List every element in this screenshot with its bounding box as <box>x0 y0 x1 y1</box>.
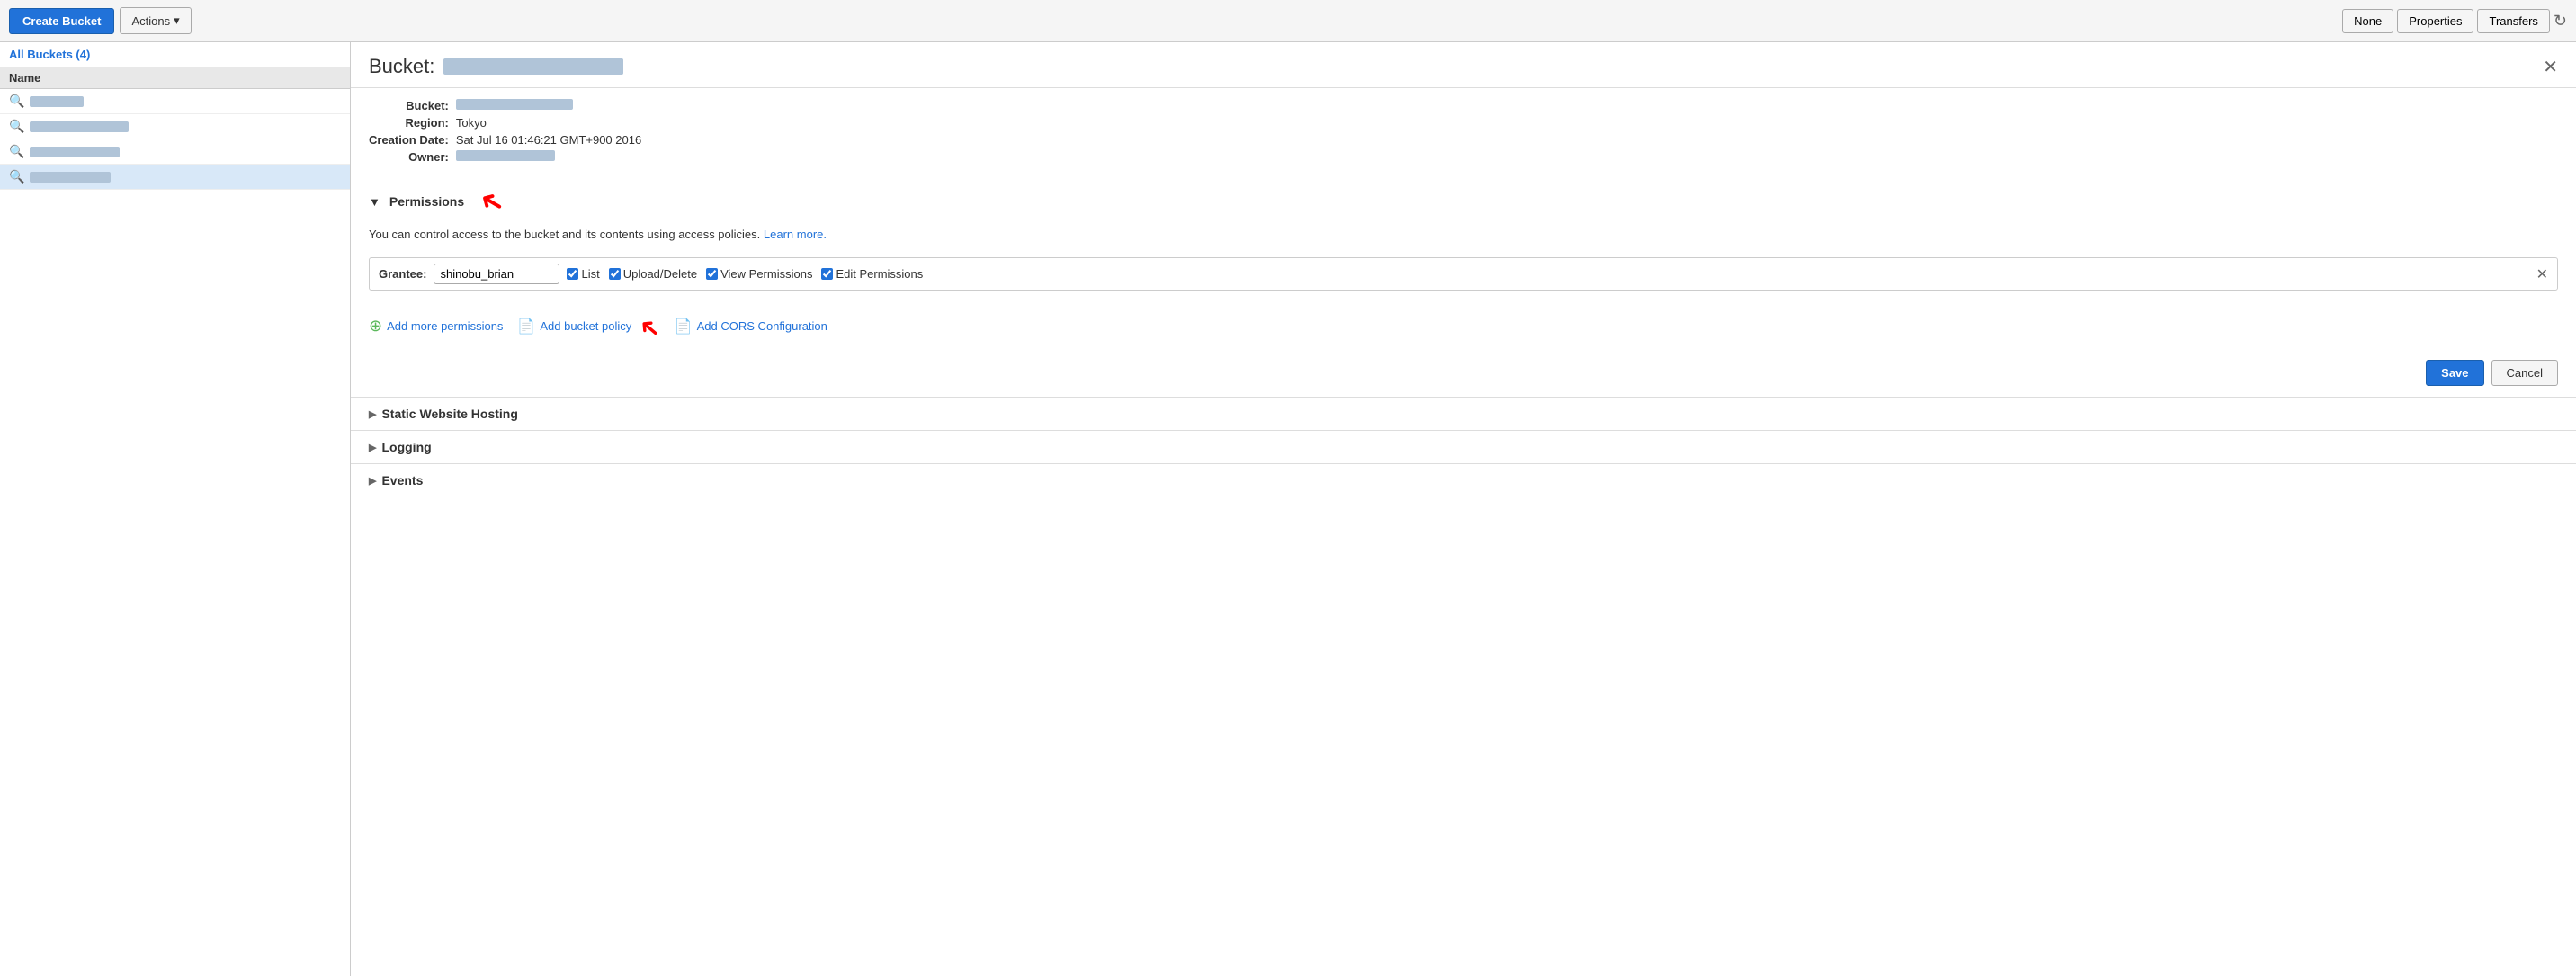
region-field-label: Region: <box>369 116 449 130</box>
owner-value-blurred <box>456 150 555 161</box>
upload-delete-checkbox[interactable] <box>609 268 621 280</box>
upload-delete-checkbox-item[interactable]: Upload/Delete <box>609 267 697 281</box>
list-item[interactable]: 🔍 <box>0 114 350 139</box>
creation-date-value: Sat Jul 16 01:46:21 GMT+900 2016 <box>456 133 2558 147</box>
save-button[interactable]: Save <box>2426 360 2483 386</box>
add-bucket-policy-label: Add bucket policy <box>540 319 631 333</box>
static-website-arrow-icon: ▶ <box>369 408 376 420</box>
permissions-arrow-icon: ▼ <box>369 195 380 209</box>
main-layout: All Buckets (4) Name 🔍 🔍 🔍 🔍 <box>0 42 2576 976</box>
add-more-permissions-label: Add more permissions <box>387 319 503 333</box>
save-cancel-row: Save Cancel <box>351 353 2576 397</box>
grantee-input[interactable] <box>434 264 559 284</box>
bucket-value-blurred <box>456 99 573 110</box>
learn-more-link[interactable]: Learn more. <box>764 228 827 241</box>
owner-value <box>456 150 2558 164</box>
logging-arrow-icon: ▶ <box>369 442 376 453</box>
add-cors-button[interactable]: 📄 Add CORS Configuration <box>675 318 827 336</box>
permissions-header[interactable]: ▼ Permissions ➜ <box>351 175 2576 228</box>
logging-header[interactable]: ▶ Logging <box>351 431 2576 463</box>
view-none-button[interactable]: None <box>2342 9 2393 33</box>
add-icon: ⊕ <box>369 317 382 336</box>
bucket-table-header: Name <box>0 67 350 89</box>
events-title: Events <box>381 473 423 488</box>
logging-section: ▶ Logging <box>351 431 2576 464</box>
left-panel: All Buckets (4) Name 🔍 🔍 🔍 🔍 <box>0 42 351 976</box>
detail-panel: Bucket: ✕ Bucket: Region: Tokyo Creation… <box>351 42 2576 976</box>
bucket-name <box>30 172 111 183</box>
add-cors-label: Add CORS Configuration <box>697 319 827 333</box>
detail-title: Bucket: <box>369 55 2543 78</box>
events-section: ▶ Events <box>351 464 2576 497</box>
name-column-header: Name <box>9 71 40 85</box>
create-bucket-button[interactable]: Create Bucket <box>9 8 114 34</box>
permissions-description: You can control access to the bucket and… <box>351 228 2576 250</box>
bucket-list: 🔍 🔍 🔍 🔍 <box>0 89 350 976</box>
refresh-button[interactable]: ↻ <box>2554 12 2567 31</box>
list-checkbox-item[interactable]: List <box>567 267 599 281</box>
bucket-search-icon: 🔍 <box>9 119 24 134</box>
edit-permissions-checkbox-label: Edit Permissions <box>836 267 923 281</box>
bucket-name <box>30 121 129 132</box>
toolbar: Create Bucket Actions ▾ None Properties … <box>0 0 2576 42</box>
bucket-field-value <box>456 99 2558 112</box>
bucket-title-name <box>443 58 623 75</box>
list-checkbox-label: List <box>581 267 599 281</box>
cancel-button[interactable]: Cancel <box>2491 360 2558 386</box>
actions-button[interactable]: Actions ▾ <box>120 7 191 34</box>
actions-label: Actions <box>131 14 170 28</box>
owner-label: Owner: <box>369 150 449 164</box>
list-item[interactable]: 🔍 <box>0 139 350 165</box>
logging-title: Logging <box>381 440 431 454</box>
view-permissions-checkbox-label: View Permissions <box>720 267 812 281</box>
bucket-search-icon: 🔍 <box>9 169 24 184</box>
edit-permissions-checkbox[interactable] <box>821 268 833 280</box>
bucket-title-prefix: Bucket: <box>369 55 434 78</box>
view-permissions-checkbox[interactable] <box>706 268 718 280</box>
view-transfers-button[interactable]: Transfers <box>2477 9 2549 33</box>
permissions-actions: ⊕ Add more permissions 📄 Add bucket poli… <box>351 298 2576 353</box>
detail-header: Bucket: ✕ <box>351 42 2576 88</box>
doc-icon-cors: 📄 <box>675 318 693 336</box>
view-controls: None Properties Transfers ↻ <box>2342 9 2567 33</box>
list-checkbox[interactable] <box>567 268 578 280</box>
close-button[interactable]: ✕ <box>2543 56 2558 78</box>
list-item[interactable]: 🔍 <box>0 89 350 114</box>
view-permissions-checkbox-item[interactable]: View Permissions <box>706 267 812 281</box>
static-website-header[interactable]: ▶ Static Website Hosting <box>351 398 2576 430</box>
remove-grantee-button[interactable]: ✕ <box>2536 265 2548 283</box>
bucket-name <box>30 96 84 107</box>
add-more-permissions-button[interactable]: ⊕ Add more permissions <box>369 317 503 336</box>
doc-icon: 📄 <box>517 318 535 336</box>
bucket-field-label: Bucket: <box>369 99 449 112</box>
permissions-checkbox-group: List Upload/Delete View Permissions Edit… <box>567 267 923 281</box>
grantee-label: Grantee: <box>379 267 426 281</box>
bucket-info-grid: Bucket: Region: Tokyo Creation Date: Sat… <box>369 99 2558 164</box>
view-properties-button[interactable]: Properties <box>2397 9 2473 33</box>
list-item[interactable]: 🔍 <box>0 165 350 190</box>
edit-permissions-checkbox-item[interactable]: Edit Permissions <box>821 267 923 281</box>
creation-date-label: Creation Date: <box>369 133 449 147</box>
upload-delete-checkbox-label: Upload/Delete <box>623 267 697 281</box>
annotation-arrow-2: ➜ <box>631 310 666 346</box>
bucket-search-icon: 🔍 <box>9 94 24 109</box>
permissions-section: ▼ Permissions ➜ You can control access t… <box>351 175 2576 398</box>
static-website-section: ▶ Static Website Hosting <box>351 398 2576 431</box>
all-buckets-header: All Buckets (4) <box>0 42 350 67</box>
static-website-title: Static Website Hosting <box>381 407 517 421</box>
permissions-desc-text: You can control access to the bucket and… <box>369 228 760 241</box>
bucket-name <box>30 147 120 157</box>
add-bucket-policy-button[interactable]: 📄 Add bucket policy <box>517 318 631 336</box>
events-header[interactable]: ▶ Events <box>351 464 2576 497</box>
actions-chevron-icon: ▾ <box>174 13 180 28</box>
permissions-title: Permissions <box>389 194 464 209</box>
bucket-search-icon: 🔍 <box>9 144 24 159</box>
grantee-row: Grantee: List Upload/Delete View Permiss… <box>369 257 2558 291</box>
region-field-value: Tokyo <box>456 116 2558 130</box>
annotation-arrow: ➜ <box>473 181 511 222</box>
bucket-info-section: Bucket: Region: Tokyo Creation Date: Sat… <box>351 88 2576 175</box>
events-arrow-icon: ▶ <box>369 475 376 487</box>
